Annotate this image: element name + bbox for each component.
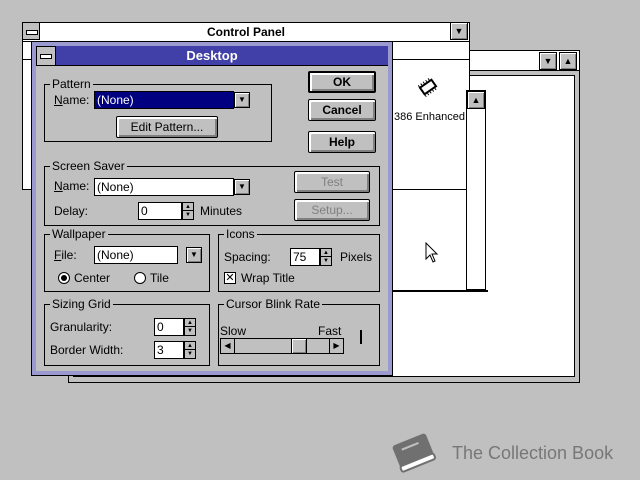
blink-cursor-preview [360, 330, 362, 344]
help-button[interactable]: Help [308, 131, 376, 153]
cursor-blink-group-label: Cursor Blink Rate [224, 297, 323, 311]
spacing-label: Spacing: [224, 250, 271, 264]
setup-button[interactable]: Setup... [294, 199, 370, 221]
granularity-label: Granularity: [50, 320, 113, 334]
delay-field[interactable]: 0 [138, 202, 182, 220]
border-width-spinner[interactable]: ▲ ▼ [184, 341, 196, 359]
pattern-name-value: (None) [97, 93, 134, 107]
scroll-up-icon[interactable]: ▲ [467, 91, 485, 109]
screen-saver-dropdown-arrow-icon[interactable]: ▼ [234, 179, 250, 195]
slider-left-arrow-icon[interactable]: ◀ [221, 339, 235, 353]
desktop-dialog: Desktop Pattern Name: (None) ▼ Edit Patt… [31, 41, 393, 376]
delay-value: 0 [141, 204, 148, 218]
slider-right-arrow-icon[interactable]: ▶ [329, 339, 343, 353]
ok-button[interactable]: OK [308, 71, 376, 93]
granularity-value: 0 [157, 320, 164, 334]
control-panel-system-menu-icon[interactable] [22, 22, 40, 40]
wallpaper-dropdown-arrow-icon[interactable]: ▼ [186, 247, 202, 263]
tile-radio[interactable] [134, 272, 146, 284]
inner-window-outline [392, 290, 488, 292]
pattern-dropdown-arrow-icon[interactable]: ▼ [234, 92, 250, 108]
border-width-label: Border Width: [50, 343, 124, 357]
spacing-spinner[interactable]: ▲ ▼ [320, 248, 332, 266]
screen-saver-name-label: Name: [54, 179, 90, 193]
book-logo-icon [388, 430, 442, 479]
pattern-name-label: Name: [54, 93, 90, 107]
wallpaper-file-field[interactable]: (None) [94, 246, 178, 264]
icons-group-label: Icons [224, 227, 257, 241]
control-panel-title: Control Panel [22, 22, 470, 42]
slider-thumb[interactable] [291, 339, 308, 353]
pattern-name-field[interactable]: (None) [94, 91, 234, 109]
center-radio[interactable] [58, 272, 70, 284]
control-panel-minimize-icon[interactable]: ▼ [450, 22, 468, 40]
spacing-unit-label: Pixels [340, 250, 373, 264]
blink-rate-slider[interactable]: ◀ ▶ [220, 338, 344, 354]
border-width-value: 3 [157, 343, 164, 357]
spacing-field[interactable]: 75 [290, 248, 320, 266]
wrap-title-checkbox[interactable]: ✕ [224, 272, 236, 284]
wallpaper-file-value: (None) [97, 248, 134, 262]
mouse-pointer-icon [425, 241, 439, 267]
screen-saver-name-value: (None) [97, 180, 134, 194]
icon-label-386-enhanced: 386 Enhanced [394, 111, 465, 123]
scrollbar-vertical[interactable]: ▲ [466, 90, 486, 290]
slow-label: Slow [220, 324, 247, 338]
delay-spinner[interactable]: ▲ ▼ [182, 202, 194, 220]
pattern-group-label: Pattern [50, 77, 93, 91]
delay-unit-label: Minutes [200, 204, 243, 218]
tile-label: Tile [150, 271, 169, 285]
wallpaper-group-label: Wallpaper [50, 227, 108, 241]
maximize-icon[interactable]: ▲ [559, 52, 577, 70]
center-label: Center [74, 271, 111, 285]
cancel-button[interactable]: Cancel [308, 99, 376, 121]
screen-saver-group-label: Screen Saver [50, 159, 127, 173]
dialog-system-menu-icon[interactable] [36, 46, 56, 66]
test-button[interactable]: Test [294, 171, 370, 193]
delay-label: Delay: [54, 204, 89, 218]
fast-label: Fast [318, 324, 342, 338]
desktop-dialog-titlebar: Desktop [36, 46, 388, 66]
edit-pattern-button[interactable]: Edit Pattern... [116, 116, 218, 138]
spacing-value: 75 [293, 250, 307, 264]
granularity-field[interactable]: 0 [154, 318, 184, 336]
border-width-field[interactable]: 3 [154, 341, 184, 359]
wrap-title-label: Wrap Title [241, 271, 295, 285]
wallpaper-file-label: File: [54, 248, 77, 262]
minimize-icon[interactable]: ▼ [539, 52, 557, 70]
desktop-dialog-title: Desktop [186, 48, 238, 63]
granularity-spinner[interactable]: ▲ ▼ [184, 318, 196, 336]
sizing-grid-group-label: Sizing Grid [50, 297, 113, 311]
control-panel-title-text: Control Panel [206, 25, 285, 39]
chip-icon[interactable] [416, 75, 440, 99]
screen-saver-name-field[interactable]: (None) [94, 178, 234, 196]
watermark-text: The Collection Book [452, 443, 614, 463]
